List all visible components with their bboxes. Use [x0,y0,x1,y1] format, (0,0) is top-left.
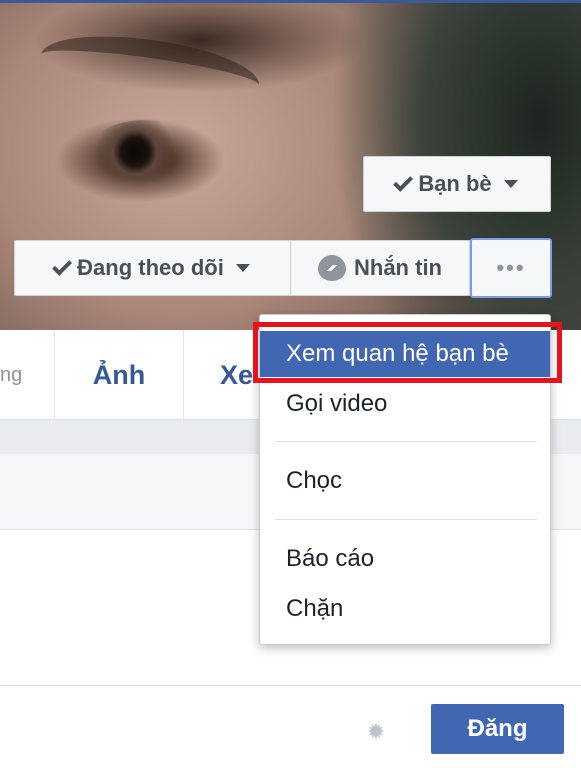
tab-photos[interactable]: Ảnh [54,330,184,420]
cover-photo-brow [36,24,264,116]
messenger-icon [318,255,346,281]
tab-partial-label: ng [0,363,23,386]
menu-item-report[interactable]: Báo cáo [260,536,550,582]
tab-partial[interactable]: ng [0,330,54,420]
menu-item-label: Báo cáo [286,545,375,572]
friends-button[interactable]: Bạn bè [363,156,551,212]
message-button[interactable]: Nhắn tin [290,240,470,296]
chevron-down-icon [503,180,518,188]
menu-item-label: Chặn [286,595,344,622]
tab-more-label: Xe [220,359,254,390]
menu-item-video-call[interactable]: Gọi video [260,381,550,427]
menu-divider [275,441,537,442]
following-button[interactable]: Đang theo dõi [14,240,291,296]
check-icon [393,171,414,192]
more-options-button[interactable]: ••• [470,238,552,298]
menu-divider [275,519,537,520]
post-button-label: Đăng [467,715,528,742]
menu-item-block[interactable]: Chặn [260,586,550,632]
chevron-down-icon [235,264,250,272]
top-border [0,0,581,3]
tab-photos-label: Ảnh [92,359,146,390]
tab-more[interactable]: Xe [184,330,264,420]
friends-button-label: Bạn bè [418,171,492,196]
menu-item-label: Chọc [286,467,343,494]
message-button-label: Nhắn tin [354,255,442,280]
profile-page: Bạn bè Đang theo dõi Nhắn tin ••• ng Ảnh… [0,0,581,768]
gear-icon[interactable]: ✹ [366,721,386,743]
following-button-label: Đang theo dõi [77,255,224,280]
cover-photo-eye [90,120,200,180]
post-button[interactable]: Đăng [431,704,564,754]
menu-item-label: Gọi video [286,390,388,417]
menu-item-poke[interactable]: Chọc [260,458,550,504]
highlight-outline [253,322,562,383]
check-icon [52,255,73,276]
ellipsis-icon: ••• [496,255,526,280]
